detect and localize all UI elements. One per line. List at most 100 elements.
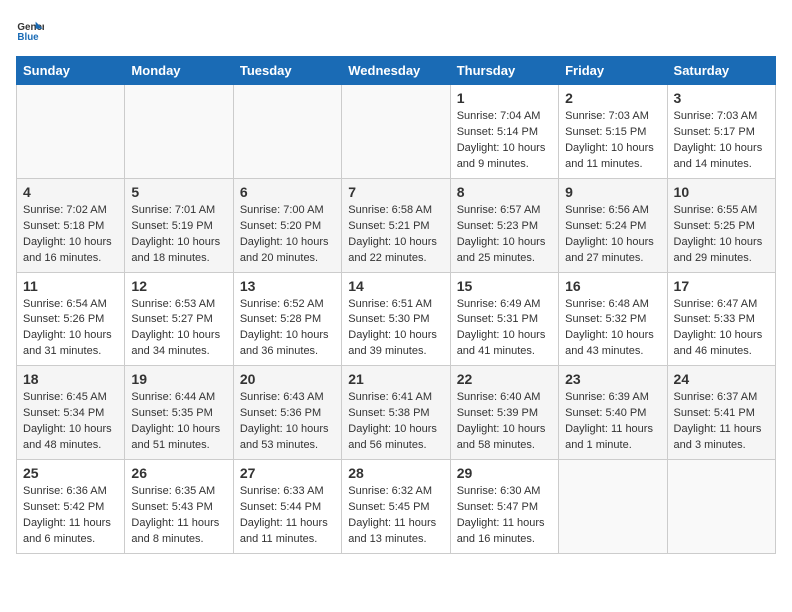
day-content: Sunrise: 6:45 AM Sunset: 5:34 PM Dayligh… [23, 390, 118, 454]
day-content: Sunrise: 6:30 AM Sunset: 5:47 PM Dayligh… [457, 484, 552, 548]
day-content: Sunrise: 6:41 AM Sunset: 5:38 PM Dayligh… [348, 390, 443, 454]
day-content: Sunrise: 7:01 AM Sunset: 5:19 PM Dayligh… [131, 203, 226, 267]
day-cell-8: 8 Sunrise: 6:57 AM Sunset: 5:23 PM Daylig… [450, 178, 558, 272]
day-cell-12: 12 Sunrise: 6:53 AM Sunset: 5:27 PM Dayli… [125, 272, 233, 366]
day-number: 7 [348, 184, 443, 200]
day-cell-2: 2 Sunrise: 7:03 AM Sunset: 5:15 PM Daylig… [559, 85, 667, 179]
day-content: Sunrise: 6:57 AM Sunset: 5:23 PM Dayligh… [457, 203, 552, 267]
day-cell-17: 17Sunrise: 6:47 AM Sunset: 5:33 PM Dayli… [667, 272, 775, 366]
empty-cell [125, 85, 233, 179]
day-cell-25: 25 Sunrise: 6:36 AM Sunset: 5:42 PM Dayli… [17, 460, 125, 554]
day-content: Sunrise: 6:39 AM Sunset: 5:40 PM Dayligh… [565, 390, 660, 454]
day-content: Sunrise: 6:36 AM Sunset: 5:42 PM Dayligh… [23, 484, 118, 548]
day-header-monday: Monday [125, 57, 233, 85]
day-number: 9 [565, 184, 660, 200]
week-row-1: 1 Sunrise: 7:04 AM Sunset: 5:14 PM Daylig… [17, 85, 776, 179]
day-number: 6 [240, 184, 335, 200]
day-cell-20: 20Sunrise: 6:43 AM Sunset: 5:36 PM Dayli… [233, 366, 341, 460]
day-number: 11 [23, 278, 118, 294]
day-number: 2 [565, 90, 660, 106]
day-content: Sunrise: 6:44 AM Sunset: 5:35 PM Dayligh… [131, 390, 226, 454]
day-cell-1: 1 Sunrise: 7:04 AM Sunset: 5:14 PM Daylig… [450, 85, 558, 179]
day-cell-19: 19 Sunrise: 6:44 AM Sunset: 5:35 PM Dayli… [125, 366, 233, 460]
calendar-table: SundayMondayTuesdayWednesdayThursdayFrid… [16, 56, 776, 554]
day-cell-9: 9 Sunrise: 6:56 AM Sunset: 5:24 PM Daylig… [559, 178, 667, 272]
day-content: Sunrise: 6:56 AM Sunset: 5:24 PM Dayligh… [565, 203, 660, 267]
day-content: Sunrise: 7:03 AM Sunset: 5:15 PM Dayligh… [565, 109, 660, 173]
day-content: Sunrise: 7:04 AM Sunset: 5:14 PM Dayligh… [457, 109, 552, 173]
day-content: Sunrise: 6:37 AM Sunset: 5:41 PM Dayligh… [674, 390, 769, 454]
day-header-sunday: Sunday [17, 57, 125, 85]
empty-cell [559, 460, 667, 554]
day-content: Sunrise: 6:47 AM Sunset: 5:33 PM Dayligh… [674, 297, 769, 361]
day-number: 3 [674, 90, 769, 106]
day-content: Sunrise: 6:58 AM Sunset: 5:21 PM Dayligh… [348, 203, 443, 267]
logo-icon: General Blue [16, 16, 44, 44]
day-cell-7: 7 Sunrise: 6:58 AM Sunset: 5:21 PM Daylig… [342, 178, 450, 272]
day-content: Sunrise: 6:35 AM Sunset: 5:43 PM Dayligh… [131, 484, 226, 548]
day-header-friday: Friday [559, 57, 667, 85]
day-content: Sunrise: 6:55 AM Sunset: 5:25 PM Dayligh… [674, 203, 769, 267]
day-header-saturday: Saturday [667, 57, 775, 85]
day-number: 25 [23, 465, 118, 481]
day-number: 21 [348, 371, 443, 387]
day-content: Sunrise: 6:52 AM Sunset: 5:28 PM Dayligh… [240, 297, 335, 361]
day-cell-6: 6Sunrise: 7:00 AM Sunset: 5:20 PM Daylig… [233, 178, 341, 272]
day-cell-16: 16 Sunrise: 6:48 AM Sunset: 5:32 PM Dayli… [559, 272, 667, 366]
day-number: 26 [131, 465, 226, 481]
day-number: 4 [23, 184, 118, 200]
day-cell-10: 10 Sunrise: 6:55 AM Sunset: 5:25 PM Dayli… [667, 178, 775, 272]
day-number: 12 [131, 278, 226, 294]
day-cell-18: 18 Sunrise: 6:45 AM Sunset: 5:34 PM Dayli… [17, 366, 125, 460]
day-content: Sunrise: 7:02 AM Sunset: 5:18 PM Dayligh… [23, 203, 118, 267]
day-cell-11: 11 Sunrise: 6:54 AM Sunset: 5:26 PM Dayli… [17, 272, 125, 366]
day-content: Sunrise: 7:03 AM Sunset: 5:17 PM Dayligh… [674, 109, 769, 173]
week-row-3: 11 Sunrise: 6:54 AM Sunset: 5:26 PM Dayli… [17, 272, 776, 366]
day-cell-27: 27 Sunrise: 6:33 AM Sunset: 5:44 PM Dayli… [233, 460, 341, 554]
day-number: 8 [457, 184, 552, 200]
day-number: 19 [131, 371, 226, 387]
day-number: 14 [348, 278, 443, 294]
day-number: 15 [457, 278, 552, 294]
day-content: Sunrise: 6:43 AM Sunset: 5:36 PM Dayligh… [240, 390, 335, 454]
day-number: 10 [674, 184, 769, 200]
day-number: 27 [240, 465, 335, 481]
empty-cell [667, 460, 775, 554]
day-number: 28 [348, 465, 443, 481]
day-number: 29 [457, 465, 552, 481]
day-content: Sunrise: 6:48 AM Sunset: 5:32 PM Dayligh… [565, 297, 660, 361]
day-number: 23 [565, 371, 660, 387]
days-header-row: SundayMondayTuesdayWednesdayThursdayFrid… [17, 57, 776, 85]
day-number: 16 [565, 278, 660, 294]
day-cell-15: 15 Sunrise: 6:49 AM Sunset: 5:31 PM Dayli… [450, 272, 558, 366]
day-content: Sunrise: 6:32 AM Sunset: 5:45 PM Dayligh… [348, 484, 443, 548]
week-row-5: 25 Sunrise: 6:36 AM Sunset: 5:42 PM Dayli… [17, 460, 776, 554]
day-cell-21: 21 Sunrise: 6:41 AM Sunset: 5:38 PM Dayli… [342, 366, 450, 460]
day-content: Sunrise: 6:40 AM Sunset: 5:39 PM Dayligh… [457, 390, 552, 454]
day-number: 13 [240, 278, 335, 294]
day-number: 18 [23, 371, 118, 387]
header: General Blue [16, 16, 776, 44]
day-cell-3: 3 Sunrise: 7:03 AM Sunset: 5:17 PM Daylig… [667, 85, 775, 179]
day-content: Sunrise: 6:33 AM Sunset: 5:44 PM Dayligh… [240, 484, 335, 548]
empty-cell [17, 85, 125, 179]
logo: General Blue [16, 16, 48, 44]
day-content: Sunrise: 6:51 AM Sunset: 5:30 PM Dayligh… [348, 297, 443, 361]
day-number: 5 [131, 184, 226, 200]
empty-cell [233, 85, 341, 179]
empty-cell [342, 85, 450, 179]
day-cell-29: 29 Sunrise: 6:30 AM Sunset: 5:47 PM Dayli… [450, 460, 558, 554]
day-cell-23: 23 Sunrise: 6:39 AM Sunset: 5:40 PM Dayli… [559, 366, 667, 460]
day-cell-26: 26 Sunrise: 6:35 AM Sunset: 5:43 PM Dayli… [125, 460, 233, 554]
day-content: Sunrise: 6:53 AM Sunset: 5:27 PM Dayligh… [131, 297, 226, 361]
day-cell-4: 4 Sunrise: 7:02 AM Sunset: 5:18 PM Daylig… [17, 178, 125, 272]
day-cell-24: 24Sunrise: 6:37 AM Sunset: 5:41 PM Dayli… [667, 366, 775, 460]
day-content: Sunrise: 6:54 AM Sunset: 5:26 PM Dayligh… [23, 297, 118, 361]
day-cell-13: 13 Sunrise: 6:52 AM Sunset: 5:28 PM Dayli… [233, 272, 341, 366]
day-cell-5: 5 Sunrise: 7:01 AM Sunset: 5:19 PM Daylig… [125, 178, 233, 272]
day-cell-14: 14 Sunrise: 6:51 AM Sunset: 5:30 PM Dayli… [342, 272, 450, 366]
day-header-wednesday: Wednesday [342, 57, 450, 85]
day-number: 22 [457, 371, 552, 387]
day-number: 1 [457, 90, 552, 106]
day-content: Sunrise: 6:49 AM Sunset: 5:31 PM Dayligh… [457, 297, 552, 361]
